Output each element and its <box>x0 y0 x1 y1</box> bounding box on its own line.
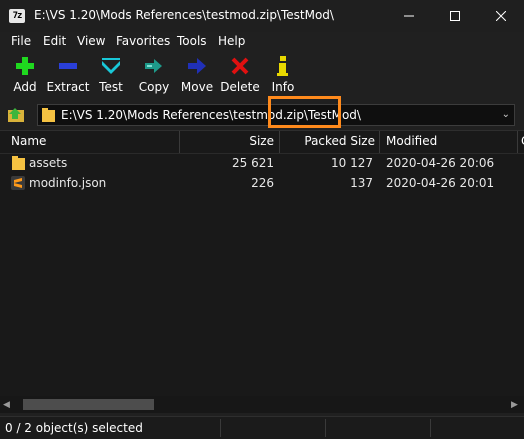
menu-view[interactable]: View <box>77 34 105 48</box>
double-arrow-icon <box>145 59 162 73</box>
move-label: Move <box>180 80 214 94</box>
minimize-icon <box>404 15 414 17</box>
app-icon-text: 7z <box>12 11 23 21</box>
address-input[interactable]: E:\VS 1.20\Mods References\testmod.zip\T… <box>37 104 515 126</box>
app-window: 7z E:\VS 1.20\Mods References\testmod.zi… <box>0 0 524 439</box>
menu-edit[interactable]: Edit <box>43 34 66 48</box>
address-bar: E:\VS 1.20\Mods References\testmod.zip\T… <box>0 102 524 128</box>
arrow-right-icon <box>188 58 206 74</box>
column-modified[interactable]: Modified <box>386 134 437 148</box>
file-size: 226 <box>251 176 274 190</box>
status-divider <box>325 419 326 437</box>
address-path: E:\VS 1.20\Mods References\testmod.zip\T… <box>61 108 361 122</box>
column-header-row: Name Size Packed Size Modified C <box>0 131 524 154</box>
menu-help[interactable]: Help <box>218 34 245 48</box>
file-name: modinfo.json <box>29 176 107 190</box>
file-name: assets <box>29 156 68 170</box>
add-button[interactable]: Add <box>3 54 47 94</box>
file-modified: 2020-04-26 20:01 <box>386 176 495 190</box>
sublime-file-icon <box>11 176 25 190</box>
menu-file[interactable]: File <box>11 34 31 48</box>
scroll-left-icon[interactable]: ◀ <box>3 400 10 410</box>
folder-up-icon[interactable] <box>7 106 27 124</box>
copy-label: Copy <box>138 80 170 94</box>
test-button[interactable]: Test <box>89 54 133 94</box>
file-size: 25 621 <box>232 156 274 170</box>
table-row[interactable]: assets 25 621 10 127 2020-04-26 20:06 <box>0 153 524 173</box>
minimize-button[interactable] <box>386 0 432 32</box>
menu-favorites[interactable]: Favorites <box>116 34 170 48</box>
scroll-right-icon[interactable]: ▶ <box>511 400 518 410</box>
close-button[interactable] <box>478 0 524 32</box>
chevron-down-icon[interactable]: ⌄ <box>502 109 510 120</box>
horizontal-scrollbar[interactable]: ◀ ▶ <box>0 396 524 413</box>
delete-button[interactable]: Delete <box>218 54 262 94</box>
file-list: Name Size Packed Size Modified C assets … <box>0 130 524 397</box>
menu-bar: File Edit View Favorites Tools Help <box>0 32 524 52</box>
toolbar: Add Extract Test Copy Move Delete Info <box>0 54 524 100</box>
folder-icon <box>42 108 55 122</box>
folder-icon <box>12 156 25 170</box>
file-modified: 2020-04-26 20:06 <box>386 156 495 170</box>
status-divider <box>430 419 431 437</box>
close-icon <box>496 11 506 21</box>
check-icon <box>102 58 120 74</box>
table-row[interactable]: modinfo.json 226 137 2020-04-26 20:01 <box>0 173 524 193</box>
column-packed-size[interactable]: Packed Size <box>280 134 375 148</box>
column-divider[interactable] <box>517 131 518 153</box>
test-label: Test <box>99 80 123 94</box>
file-packed-size: 137 <box>350 176 373 190</box>
column-divider[interactable] <box>379 131 380 153</box>
column-size[interactable]: Size <box>180 134 274 148</box>
title-bar: 7z E:\VS 1.20\Mods References\testmod.zi… <box>0 0 524 32</box>
window-title: E:\VS 1.20\Mods References\testmod.zip\T… <box>34 8 334 22</box>
x-icon <box>231 57 249 75</box>
info-button[interactable]: Info <box>261 54 305 94</box>
menu-tools[interactable]: Tools <box>177 34 207 48</box>
plus-icon <box>16 57 34 75</box>
7zip-app-icon[interactable]: 7z <box>9 9 25 23</box>
delete-label: Delete <box>220 80 260 94</box>
move-button[interactable]: Move <box>175 54 219 94</box>
extract-label: Extract <box>46 80 90 94</box>
file-packed-size: 10 127 <box>331 156 373 170</box>
status-divider <box>220 419 221 437</box>
info-label: Info <box>271 80 295 94</box>
extract-button[interactable]: Extract <box>46 54 90 94</box>
selection-status: 0 / 2 object(s) selected <box>5 421 143 435</box>
add-label: Add <box>13 80 37 94</box>
column-name[interactable]: Name <box>11 134 46 148</box>
scroll-thumb[interactable] <box>23 399 154 410</box>
copy-button[interactable]: Copy <box>132 54 176 94</box>
maximize-button[interactable] <box>432 0 478 32</box>
info-icon <box>277 56 288 76</box>
minus-icon <box>59 63 77 69</box>
maximize-icon <box>450 11 460 21</box>
status-bar: 0 / 2 object(s) selected <box>0 416 524 439</box>
